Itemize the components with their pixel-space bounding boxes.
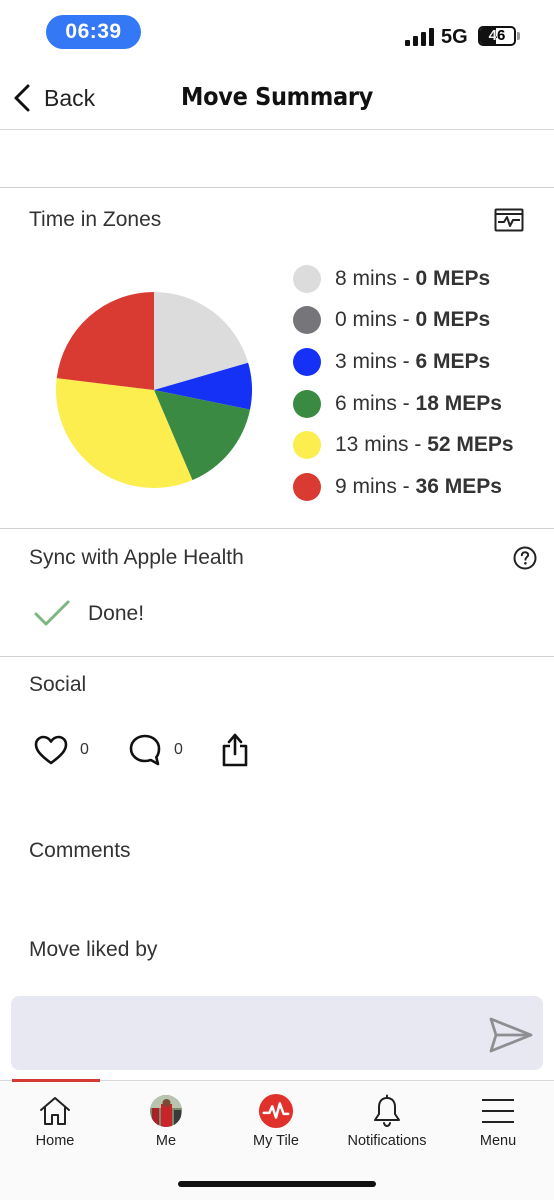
- legend-label: 9 mins - 36 MEPs: [335, 475, 502, 499]
- legend-swatch: [293, 431, 321, 460]
- comments-title: Comments: [29, 839, 131, 862]
- tab-home[interactable]: Home: [5, 1093, 105, 1155]
- legend-label: 13 mins - 52 MEPs: [335, 433, 514, 457]
- tab-home-label: Home: [35, 1133, 75, 1149]
- tab-menu-label: Menu: [479, 1133, 517, 1149]
- legend-swatch: [293, 472, 321, 501]
- status-bar: 06:39 5G 46: [0, 0, 554, 66]
- legend-item: 0 mins - 0 MEPs: [293, 300, 543, 342]
- divider: [0, 656, 554, 657]
- avatar: [148, 1093, 184, 1129]
- battery-nub: [517, 32, 520, 40]
- sync-status: Done!: [88, 602, 145, 625]
- tab-my-tile-label: My Tile: [253, 1133, 299, 1149]
- liked-by-title: Move liked by: [29, 938, 158, 961]
- tab-menu[interactable]: Menu: [448, 1093, 548, 1155]
- share-icon: [222, 733, 248, 767]
- legend-mins: 0 mins -: [335, 308, 416, 332]
- legend-meps: 18 MEPs: [415, 391, 502, 415]
- legend-label: 8 mins - 0 MEPs: [335, 267, 490, 291]
- legend-meps: 0 MEPs: [415, 308, 491, 332]
- legend-meps: 36 MEPs: [415, 474, 502, 498]
- tab-me[interactable]: Me: [116, 1093, 216, 1155]
- time-in-zones-pie-chart: [55, 292, 252, 488]
- divider: [0, 528, 554, 529]
- active-tab-indicator: [12, 1079, 100, 1082]
- heartbeat-icon: [258, 1093, 294, 1129]
- signal-icon: [405, 28, 434, 46]
- legend-mins: 9 mins -: [335, 474, 416, 498]
- zones-title: Time in Zones: [29, 208, 162, 231]
- nav-bar: Back Move Summary: [0, 66, 554, 130]
- like-count: 0: [80, 741, 89, 758]
- legend-item: 6 mins - 18 MEPs: [293, 383, 543, 425]
- legend-swatch: [293, 264, 321, 293]
- battery-icon: 46: [478, 26, 516, 46]
- status-time: 06:39: [46, 15, 141, 49]
- legend-item: 13 mins - 52 MEPs: [293, 424, 543, 466]
- legend-label: 3 mins - 6 MEPs: [335, 350, 490, 374]
- heart-icon: [34, 735, 68, 765]
- speech-bubble-icon: [129, 734, 161, 766]
- heart-rate-chart-icon[interactable]: [494, 208, 524, 232]
- page-title: Move Summary: [180, 82, 373, 111]
- divider: [0, 187, 554, 188]
- send-icon[interactable]: [489, 1016, 533, 1054]
- tab-notifications[interactable]: Notifications: [337, 1093, 437, 1155]
- tab-me-label: Me: [155, 1133, 177, 1149]
- like-button[interactable]: 0: [34, 732, 89, 768]
- comment-count: 0: [174, 741, 183, 758]
- question-circle-icon[interactable]: [513, 546, 537, 570]
- legend-item: 8 mins - 0 MEPs: [293, 258, 543, 300]
- legend-mins: 6 mins -: [335, 391, 416, 415]
- legend-meps: 6 MEPs: [415, 349, 491, 373]
- network-type: 5G: [441, 26, 468, 48]
- legend-mins: 13 mins -: [335, 433, 428, 457]
- comment-input[interactable]: [11, 996, 543, 1070]
- comment-button[interactable]: 0: [128, 732, 183, 768]
- legend-swatch: [293, 389, 321, 418]
- legend-label: 6 mins - 18 MEPs: [335, 392, 502, 416]
- tab-my-tile[interactable]: My Tile: [226, 1093, 326, 1155]
- legend-item: 9 mins - 36 MEPs: [293, 466, 543, 508]
- legend-swatch: [293, 306, 321, 335]
- legend-item: 3 mins - 6 MEPs: [293, 341, 543, 383]
- share-button[interactable]: [220, 732, 250, 768]
- legend-label: 0 mins - 0 MEPs: [335, 308, 490, 332]
- sync-title: Sync with Apple Health: [29, 546, 244, 569]
- hamburger-icon: [480, 1093, 516, 1129]
- bell-icon: [369, 1093, 405, 1129]
- battery-level: 46: [488, 27, 506, 44]
- tab-notifications-label: Notifications: [347, 1133, 427, 1149]
- pie-slice: [56, 292, 154, 390]
- legend-meps: 0 MEPs: [415, 266, 491, 290]
- check-icon: [34, 600, 70, 626]
- legend-mins: 8 mins -: [335, 266, 416, 290]
- legend-mins: 3 mins -: [335, 349, 416, 373]
- zones-legend: 8 mins - 0 MEPs 0 mins - 0 MEPs 3 mins - 6…: [293, 258, 543, 508]
- home-icon: [37, 1093, 73, 1129]
- legend-meps: 52 MEPs: [427, 433, 514, 457]
- home-indicator: [178, 1181, 376, 1187]
- social-title: Social: [29, 673, 87, 696]
- legend-swatch: [293, 347, 321, 376]
